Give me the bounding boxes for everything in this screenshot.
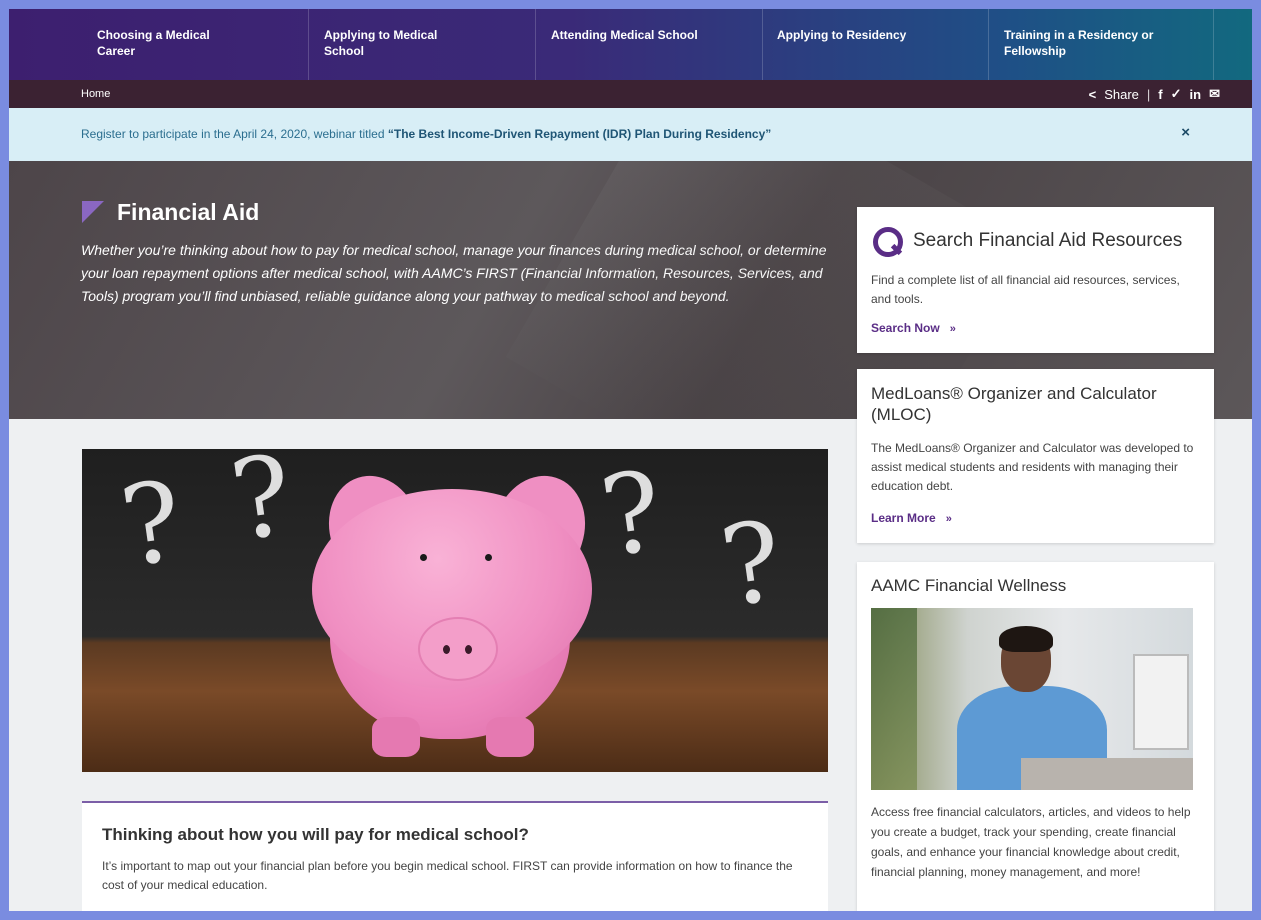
pig-eye-shape xyxy=(485,554,492,561)
share-separator: | xyxy=(1146,86,1151,102)
top-navigation: Choosing a Medical Career Applying to Me… xyxy=(9,9,1252,80)
search-now-link[interactable]: Search Now » xyxy=(871,321,956,335)
article-title[interactable]: Thinking about how you will pay for medi… xyxy=(102,825,529,845)
article-body: It’s important to map out your financial… xyxy=(102,859,793,892)
hair-shape xyxy=(999,626,1053,652)
learn-more-link[interactable]: Learn More » xyxy=(871,511,952,525)
question-mark-shape: ? xyxy=(593,449,670,582)
nav-label: Applying to Medical School xyxy=(324,28,438,58)
plant-shape xyxy=(871,608,917,790)
close-icon[interactable]: × xyxy=(1181,124,1190,141)
alert-register-link[interactable]: Register xyxy=(81,127,126,141)
search-icon xyxy=(871,225,903,257)
nav-item-applying-med-school[interactable]: Applying to Medical School xyxy=(324,9,536,80)
chevron-right-icon: » xyxy=(945,513,952,525)
share-icon[interactable]: < xyxy=(1089,87,1097,102)
nav-item-applying-residency[interactable]: Applying to Residency xyxy=(777,9,989,80)
nav-item-training-residency[interactable]: Training in a Residency or Fellowship xyxy=(1004,9,1214,80)
nav-label: Attending Medical School xyxy=(551,28,698,42)
question-mark-shape: ? xyxy=(113,456,190,592)
alert-banner: Register to participate in the April 24,… xyxy=(9,108,1252,161)
mloc-card-title: MedLoans® Organizer and Calculator (MLOC… xyxy=(871,384,1157,424)
search-card-body: Find a complete list of all financial ai… xyxy=(871,273,1180,306)
pig-eye-shape xyxy=(420,554,427,561)
pig-nostril-shape xyxy=(465,645,472,654)
alert-text: to participate in the April 24, 2020, we… xyxy=(125,127,388,141)
financial-wellness-card: AAMC Financial Wellness Access free fina… xyxy=(857,562,1214,911)
nav-item-choosing-career[interactable]: Choosing a Medical Career xyxy=(97,9,309,80)
search-card-title: Search Financial Aid Resources xyxy=(913,230,1183,251)
hero-description: Whether you’re thinking about how to pay… xyxy=(81,242,827,304)
learn-more-label: Learn More xyxy=(871,511,936,525)
linkedin-icon[interactable]: in xyxy=(1190,87,1202,102)
article-card: Thinking about how you will pay for medi… xyxy=(82,801,828,911)
email-icon[interactable]: ✉ xyxy=(1209,86,1220,102)
mloc-card: MedLoans® Organizer and Calculator (MLOC… xyxy=(857,369,1214,543)
nav-label: Applying to Residency xyxy=(777,28,907,42)
monitor-shape xyxy=(1133,654,1189,750)
share-label[interactable]: Share xyxy=(1104,87,1139,102)
question-mark-shape: ? xyxy=(223,449,300,566)
nav-item-attending-med-school[interactable]: Attending Medical School xyxy=(551,9,763,80)
wellness-card-body: Access free financial calculators, artic… xyxy=(871,805,1191,879)
pig-leg-shape xyxy=(372,717,420,757)
wellness-card-title[interactable]: AAMC Financial Wellness xyxy=(871,576,1066,596)
flag-icon xyxy=(82,201,104,223)
mloc-card-body: The MedLoans® Organizer and Calculator w… xyxy=(871,441,1194,493)
pig-nostril-shape xyxy=(443,645,450,654)
share-bar: < Share | f ✓ in ✉ xyxy=(1089,86,1220,102)
breadcrumb-home[interactable]: Home xyxy=(81,88,110,100)
nav-label: Choosing a Medical Career xyxy=(97,28,210,58)
doctor-at-computer-image[interactable] xyxy=(871,608,1193,790)
desk-shape xyxy=(1021,758,1193,790)
pig-leg-shape xyxy=(486,717,534,757)
nav-label: Training in a Residency or Fellowship xyxy=(1004,28,1154,58)
search-resources-card: Search Financial Aid Resources Find a co… xyxy=(857,207,1214,353)
twitter-icon[interactable]: ✓ xyxy=(1171,86,1182,102)
piggy-bank-image: ? ? ? ? xyxy=(82,449,828,772)
alert-webinar-title[interactable]: “The Best Income-Driven Repayment (IDR) … xyxy=(388,127,771,141)
search-now-label: Search Now xyxy=(871,321,940,335)
breadcrumb-bar: Home < Share | f ✓ in ✉ xyxy=(9,80,1252,108)
alert-message: Register to participate in the April 24,… xyxy=(81,127,771,141)
search-card-header: Search Financial Aid Resources xyxy=(871,225,1182,257)
question-mark-shape: ? xyxy=(713,496,790,632)
chevron-right-icon: » xyxy=(949,323,956,335)
pig-snout-shape xyxy=(418,617,498,681)
page-title: Financial Aid xyxy=(117,199,260,225)
facebook-icon[interactable]: f xyxy=(1158,87,1162,102)
page-frame: Choosing a Medical Career Applying to Me… xyxy=(9,9,1252,911)
